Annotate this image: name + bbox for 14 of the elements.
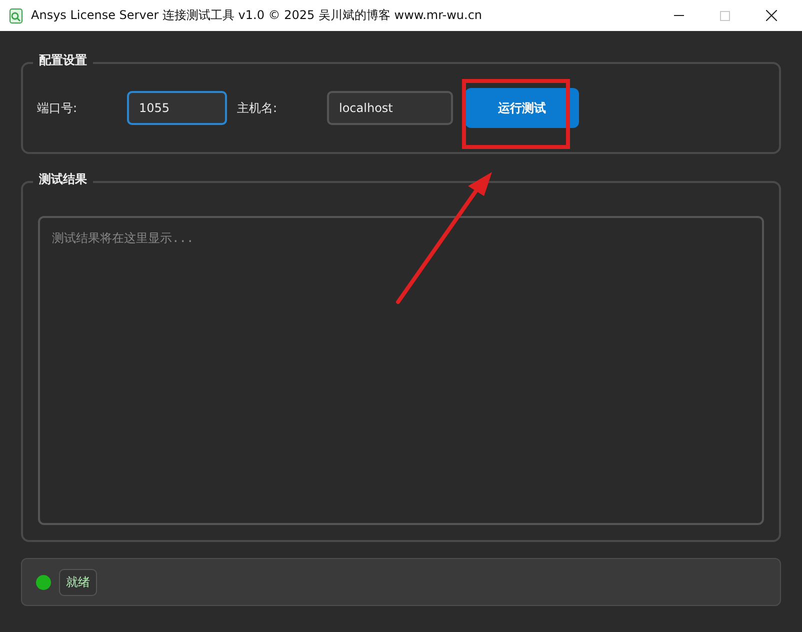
port-field[interactable]: 1055 (127, 91, 227, 125)
host-field[interactable]: localhost (327, 91, 453, 125)
minimize-icon[interactable] (674, 14, 684, 16)
run-test-button[interactable]: 运行测试 (465, 88, 579, 128)
group-title: 配置设置 (33, 52, 93, 69)
status-text: 就绪 (59, 568, 97, 596)
field-label: 端口号: (37, 100, 78, 116)
group-title: 测试结果 (33, 171, 93, 188)
field-label: 主机名: (237, 100, 278, 116)
results-area[interactable]: 测试结果将在这里显示... (38, 216, 764, 525)
status-dot (36, 574, 51, 590)
window-title: Ansys License Server 连接测试工具 v1.0 © 2025 吴川斌的博客 www.mr-wu.cn (31, 7, 484, 24)
close-icon[interactable] (766, 10, 776, 21)
app-icon (9, 8, 23, 24)
